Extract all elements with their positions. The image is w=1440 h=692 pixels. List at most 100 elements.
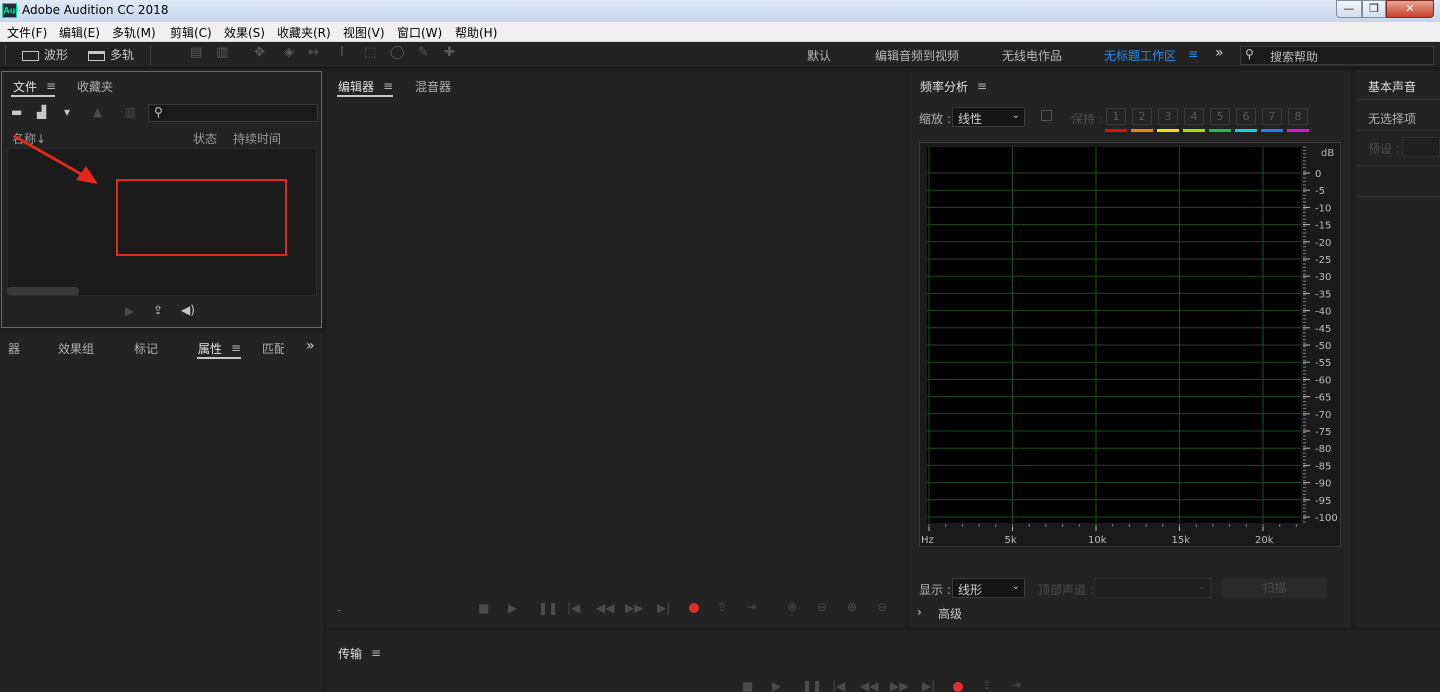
menu-file[interactable]: 文件(F) xyxy=(7,24,47,41)
zoom-dropdown[interactable]: 线性 ⌄ xyxy=(952,107,1025,127)
tab-markers[interactable]: 标记 xyxy=(134,340,158,357)
workspace-radio[interactable]: 无线电作品 xyxy=(1002,47,1062,64)
transport-loop-icon[interactable]: ⇪ xyxy=(982,678,992,692)
play-icon[interactable]: ▶ xyxy=(508,601,517,615)
rewind-icon[interactable]: ◀◀ xyxy=(596,601,614,615)
tab-effects-rack[interactable]: 器 xyxy=(0,340,20,357)
tab-files[interactable]: 文件 xyxy=(13,78,37,95)
column-status[interactable]: 状态 xyxy=(193,130,217,147)
loop-preview-icon[interactable]: ⇪ xyxy=(153,303,163,317)
stop-icon[interactable]: ■ xyxy=(478,601,489,615)
slip-tool-icon[interactable]: ↔ xyxy=(308,45,319,60)
preset-dropdown[interactable] xyxy=(1402,137,1440,157)
menu-clip[interactable]: 剪辑(C) xyxy=(170,24,212,41)
menu-help[interactable]: 帮助(H) xyxy=(455,24,497,41)
delete-icon[interactable]: ▥ xyxy=(125,105,136,119)
move-tool-icon[interactable]: ✥ xyxy=(254,45,265,60)
insert-icon[interactable]: ▲ xyxy=(93,105,102,119)
menu-favorites[interactable]: 收藏夹(R) xyxy=(277,24,331,41)
hold-checkbox[interactable] xyxy=(1041,110,1052,121)
channel-dropdown[interactable]: ⌄ xyxy=(1094,578,1211,598)
transport-skip-icon[interactable]: ⇥ xyxy=(1011,678,1021,692)
import-file-icon[interactable]: ▟ xyxy=(37,105,46,119)
hold-slot-5[interactable]: 5 xyxy=(1210,108,1230,125)
transport-pause-icon[interactable]: ❚❚ xyxy=(802,679,822,692)
spectral-pitch-icon[interactable]: ▥ xyxy=(216,45,228,60)
transport-title[interactable]: 传输 xyxy=(338,645,362,662)
transport-stop-icon[interactable]: ■ xyxy=(742,679,753,692)
files-search-input[interactable] xyxy=(148,104,318,122)
zoom-in-time-icon[interactable]: ⊕ xyxy=(847,600,857,614)
tab-editor[interactable]: 编辑器 xyxy=(338,78,374,95)
more-tabs-icon[interactable]: » xyxy=(306,338,315,354)
freq-panel-title[interactable]: 频率分析 xyxy=(920,78,968,95)
hold-slot-4[interactable]: 4 xyxy=(1184,108,1204,125)
chevron-right-icon[interactable]: › xyxy=(917,605,922,619)
zoom-in-amplitude-icon[interactable]: ⊕ xyxy=(787,600,797,614)
time-selection-icon[interactable]: I xyxy=(340,45,344,60)
tab-favorites[interactable]: 收藏夹 xyxy=(77,78,113,95)
brush-icon[interactable]: ✎ xyxy=(418,45,429,60)
files-panel-menu-icon[interactable]: ≡ xyxy=(46,79,56,93)
menu-effects[interactable]: 效果(S) xyxy=(224,24,265,41)
basic-sound-title[interactable]: 基本声音 xyxy=(1368,78,1416,95)
pause-icon[interactable]: ❚❚ xyxy=(538,601,558,615)
menu-edit[interactable]: 编辑(E) xyxy=(59,24,100,41)
workspace-edit-video[interactable]: 编辑音频到视频 xyxy=(875,47,959,64)
multitrack-button[interactable]: 多轨 xyxy=(88,45,134,65)
tab-mixer[interactable]: 混音器 xyxy=(415,78,451,95)
minimize-button[interactable]: — xyxy=(1336,0,1362,18)
tab-effect-groups[interactable]: 效果组 xyxy=(58,340,94,357)
hold-slot-6[interactable]: 6 xyxy=(1236,108,1256,125)
horizontal-scrollbar[interactable] xyxy=(7,287,79,295)
hold-slot-2[interactable]: 2 xyxy=(1132,108,1152,125)
advanced-label[interactable]: 高级 xyxy=(938,605,962,622)
record-icon[interactable] xyxy=(689,603,699,613)
freq-panel-menu-icon[interactable]: ≡ xyxy=(977,79,987,93)
workspace-menu-icon[interactable]: ≡ xyxy=(1188,47,1198,61)
previous-icon[interactable]: |◀ xyxy=(567,601,580,615)
next-icon[interactable]: ▶| xyxy=(657,601,670,615)
transport-record-icon[interactable] xyxy=(953,682,963,692)
waveform-button[interactable]: 波形 xyxy=(22,45,68,65)
maximize-button[interactable]: ❐ xyxy=(1362,0,1386,18)
transport-play-icon[interactable]: ▶ xyxy=(772,679,781,692)
zoom-out-amplitude-icon[interactable]: ⊖ xyxy=(817,600,827,614)
hold-slot-7[interactable]: 7 xyxy=(1262,108,1282,125)
more-workspaces-icon[interactable]: » xyxy=(1215,45,1224,61)
hold-slot-3[interactable]: 3 xyxy=(1158,108,1178,125)
display-dropdown[interactable]: 线形 ⌄ xyxy=(952,578,1025,598)
spectral-frequency-icon[interactable]: ▤ xyxy=(190,45,202,60)
workspace-untitled[interactable]: 无标题工作区 xyxy=(1104,47,1176,64)
close-button[interactable]: ✕ xyxy=(1386,0,1434,18)
skip-selection-icon[interactable]: ⇥ xyxy=(746,600,756,614)
tab-properties[interactable]: 属性 xyxy=(198,340,222,357)
razor-tool-icon[interactable]: ◈ xyxy=(284,45,294,60)
spot-healing-icon[interactable]: ✚ xyxy=(444,45,455,60)
hold-slot-1[interactable]: 1 xyxy=(1106,108,1126,125)
lasso-icon[interactable]: ◯ xyxy=(390,45,405,60)
menu-view[interactable]: 视图(V) xyxy=(343,24,385,41)
transport-next-icon[interactable]: ▶| xyxy=(922,679,935,692)
open-file-icon[interactable]: ▬ xyxy=(11,105,22,119)
transport-forward-icon[interactable]: ▶▶ xyxy=(890,679,908,692)
transport-previous-icon[interactable]: |◀ xyxy=(832,679,845,692)
zoom-out-time-icon[interactable]: ⊖ xyxy=(877,600,887,614)
properties-menu-icon[interactable]: ≡ xyxy=(231,341,241,355)
hold-slot-8[interactable]: 8 xyxy=(1288,108,1308,125)
new-file-icon[interactable]: ▾ xyxy=(64,105,70,119)
play-preview-icon[interactable]: ▶ xyxy=(125,304,134,318)
transport-rewind-icon[interactable]: ◀◀ xyxy=(860,679,878,692)
menu-multitrack[interactable]: 多轨(M) xyxy=(112,24,156,41)
workspace-default[interactable]: 默认 xyxy=(807,47,831,64)
column-duration[interactable]: 持续时间 xyxy=(233,130,281,147)
marquee-icon[interactable]: ⬚ xyxy=(364,45,376,60)
transport-menu-icon[interactable]: ≡ xyxy=(371,646,381,660)
loop-icon[interactable]: ⇪ xyxy=(717,600,727,614)
menu-window[interactable]: 窗口(W) xyxy=(397,24,442,41)
tab-match-loudness[interactable]: 匹配 xyxy=(262,340,284,357)
scan-button[interactable]: 扫描 xyxy=(1222,578,1327,598)
fast-forward-icon[interactable]: ▶▶ xyxy=(625,601,643,615)
editor-menu-icon[interactable]: ≡ xyxy=(383,79,393,93)
auto-play-icon[interactable]: ◀) xyxy=(181,303,195,317)
